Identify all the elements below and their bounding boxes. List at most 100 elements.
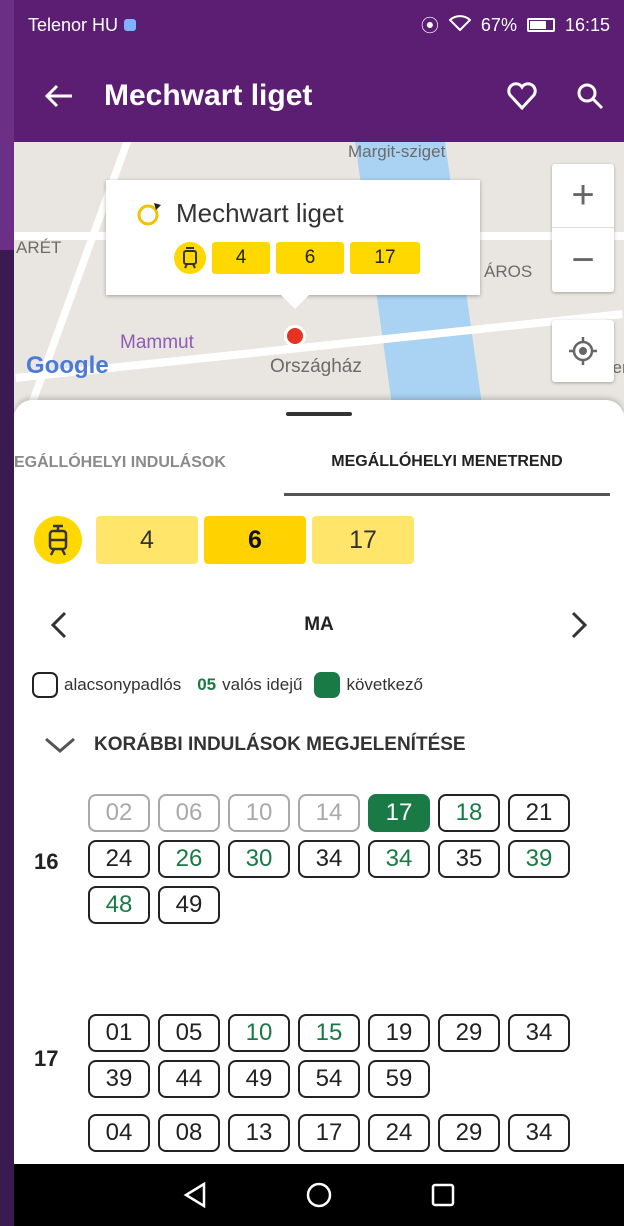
tab-bar: EGÁLLÓHELYI INDULÁSOK MEGÁLLÓHELYI MENET… <box>14 430 624 496</box>
legend-low-floor: alacsonypadlós <box>64 675 182 694</box>
day-label: MA <box>304 614 334 635</box>
back-triangle-icon[interactable] <box>182 1181 208 1209</box>
carrier: Telenor HU <box>28 15 421 36</box>
status-bar: Telenor HU ⦿ 67% 16:15 <box>14 0 624 50</box>
day-navigator: MA <box>14 600 624 650</box>
page-title: Mechwart liget <box>104 79 313 112</box>
popup-title: Mechwart liget <box>136 198 344 229</box>
departure-minute[interactable]: 05 <box>158 1014 220 1052</box>
chevron-right-icon <box>571 611 588 639</box>
show-earlier-label: KORÁBBI INDULÁSOK MEGJELENÍTÉSE <box>94 734 466 755</box>
departure-minute[interactable]: 26 <box>158 840 220 878</box>
hour-label: 16 <box>34 849 59 874</box>
heart-icon <box>507 82 537 110</box>
map-view[interactable]: Margit-sziget ARÉT ÁROS Mammut Országház… <box>14 142 624 412</box>
minute-list: 01 05 10 15 19 29 34 39 44 49 54 59 <box>88 1014 578 1098</box>
app-bar: Mechwart liget <box>14 50 624 142</box>
departure-minute[interactable]: 01 <box>88 1014 150 1052</box>
search-button[interactable] <box>556 50 624 142</box>
my-location-button[interactable] <box>552 320 614 382</box>
tab-departures[interactable]: EGÁLLÓHELYI INDULÁSOK <box>14 430 284 496</box>
tram-icon <box>34 516 82 564</box>
popup-routes: 4 6 17 <box>174 242 420 274</box>
show-earlier-button[interactable]: KORÁBBI INDULÁSOK MEGJELENÍTÉSE <box>40 734 466 756</box>
chevron-left-icon <box>50 611 67 639</box>
departure-minute[interactable]: 34 <box>368 840 430 878</box>
departure-minute[interactable]: 29 <box>438 1114 500 1152</box>
departure-minute[interactable]: 49 <box>158 886 220 924</box>
departure-minute[interactable]: 39 <box>508 840 570 878</box>
map-label-aret: ARÉT <box>16 238 62 257</box>
departure-minute[interactable]: 54 <box>298 1060 360 1098</box>
arrow-left-icon <box>44 84 72 108</box>
popup-route-chip[interactable]: 17 <box>350 242 420 274</box>
departure-minute[interactable]: 29 <box>438 1014 500 1052</box>
departure-minute[interactable]: 19 <box>368 1014 430 1052</box>
departure-minute[interactable]: 06 <box>158 794 220 832</box>
zoom-out-button[interactable]: − <box>552 228 614 292</box>
departure-minute[interactable]: 04 <box>88 1114 150 1152</box>
departure-minute[interactable]: 10 <box>228 1014 290 1052</box>
route-chip-17[interactable]: 17 <box>312 516 414 564</box>
route-chip-6[interactable]: 6 <box>204 516 306 564</box>
battery-icon <box>526 18 555 32</box>
legend-next: következő <box>346 675 423 694</box>
departure-minute[interactable]: 34 <box>298 840 360 878</box>
minute-list: 02 06 10 14 17 18 21 24 26 30 34 34 35 39 48 49 <box>88 794 578 924</box>
stop-popup[interactable]: Mechwart liget 4 6 17 <box>106 180 480 309</box>
departure-minute[interactable]: 24 <box>368 1114 430 1152</box>
legend-realtime-sample: 05 <box>197 675 217 694</box>
favorite-button[interactable] <box>488 50 556 142</box>
departure-minute[interactable]: 39 <box>88 1060 150 1098</box>
home-circle-icon[interactable] <box>305 1181 333 1209</box>
android-nav-bar <box>14 1164 624 1226</box>
next-day-button[interactable] <box>534 600 624 650</box>
departure-minute[interactable]: 21 <box>508 794 570 832</box>
stop-ring-icon <box>137 202 161 225</box>
vibrate-icon: ⦿ <box>420 16 439 36</box>
departure-minute[interactable]: 49 <box>228 1060 290 1098</box>
departure-minute[interactable]: 34 <box>508 1014 570 1052</box>
wifi-icon <box>448 14 472 36</box>
departure-minute[interactable]: 10 <box>228 794 290 832</box>
departure-minute[interactable]: 30 <box>228 840 290 878</box>
stop-marker[interactable] <box>284 325 306 347</box>
departure-minute[interactable]: 14 <box>298 794 360 832</box>
locate-icon <box>569 337 597 365</box>
sheet-handle[interactable] <box>286 412 352 416</box>
departure-minute[interactable]: 18 <box>438 794 500 832</box>
google-logo: Google <box>26 352 109 379</box>
departure-minute[interactable]: 02 <box>88 794 150 832</box>
departure-minute[interactable]: 08 <box>158 1114 220 1152</box>
previous-day-button[interactable] <box>14 600 104 650</box>
signal-percent: 67% <box>480 14 517 35</box>
carrier-name: Telenor HU <box>28 14 119 35</box>
bottom-sheet: EGÁLLÓHELYI INDULÁSOK MEGÁLLÓHELYI MENET… <box>14 400 624 1164</box>
departure-minute[interactable]: 44 <box>158 1060 220 1098</box>
departure-minute[interactable]: 17 <box>368 794 430 832</box>
popup-route-chip[interactable]: 4 <box>212 242 270 274</box>
map-label-margit: Margit-sziget <box>348 142 446 161</box>
tab-timetable[interactable]: MEGÁLLÓHELYI MENETREND <box>284 430 610 496</box>
map-label-varos: ÁROS <box>484 262 533 281</box>
departure-minute[interactable]: 24 <box>88 840 150 878</box>
departure-minute[interactable]: 35 <box>438 840 500 878</box>
status-right: ⦿ 67% 16:15 <box>421 12 610 38</box>
search-icon <box>577 83 604 110</box>
minute-list: 04 08 13 17 24 29 34 <box>88 1114 578 1152</box>
departure-minute[interactable]: 17 <box>298 1114 360 1152</box>
map-label-orszaghaz: Országház <box>270 356 362 377</box>
departure-minute[interactable]: 13 <box>228 1114 290 1152</box>
phone-screen: Telenor HU ⦿ 67% 16:15 Mechwart liget Ma… <box>14 0 624 1226</box>
zoom-in-button[interactable]: + <box>552 164 614 228</box>
popup-stop-name: Mechwart liget <box>176 198 344 228</box>
popup-route-chip[interactable]: 6 <box>276 242 344 274</box>
back-button[interactable] <box>14 50 104 142</box>
departure-minute[interactable]: 15 <box>298 1014 360 1052</box>
legend-realtime: valós idejű <box>222 675 303 694</box>
departure-minute[interactable]: 59 <box>368 1060 430 1098</box>
route-chip-4[interactable]: 4 <box>96 516 198 564</box>
departure-minute[interactable]: 34 <box>508 1114 570 1152</box>
departure-minute[interactable]: 48 <box>88 886 150 924</box>
recents-square-icon[interactable] <box>430 1182 456 1208</box>
